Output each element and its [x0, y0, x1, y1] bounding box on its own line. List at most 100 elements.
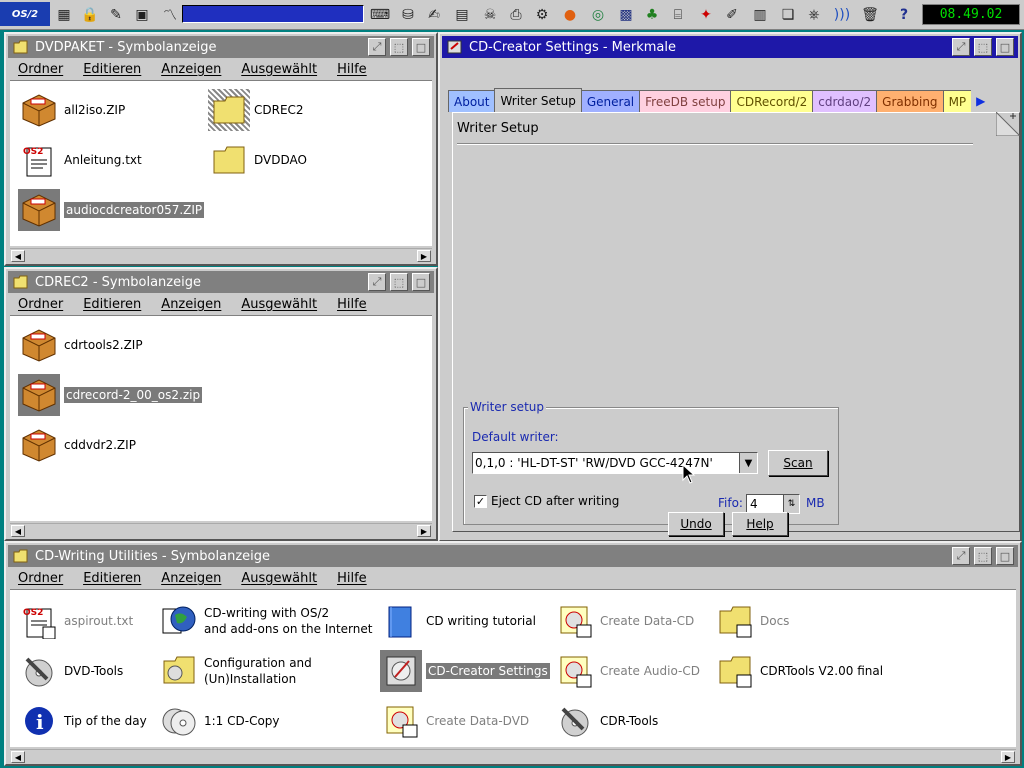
list-item[interactable]: CDRTools V2.00 final — [714, 650, 883, 692]
film-icon[interactable]: ▥ — [748, 3, 772, 27]
page-corner-icon[interactable] — [995, 110, 1022, 137]
scroll-left-icon[interactable]: ◀ — [11, 525, 25, 537]
hide-button[interactable]: ⤢ — [952, 38, 970, 56]
tab-freedb-setup[interactable]: FreeDB setup — [639, 90, 732, 112]
firefox-icon[interactable]: ● — [558, 3, 582, 27]
calculator-icon[interactable]: ▤ — [450, 3, 474, 27]
hide-button[interactable]: ⤢ — [952, 547, 970, 565]
bag-icon[interactable]: ⎈ — [802, 3, 826, 27]
list-item[interactable]: Create Data-CD — [554, 600, 694, 642]
list-item[interactable]: CDR-Tools — [554, 700, 658, 742]
warp-icon[interactable]: ✦ — [694, 3, 718, 27]
title-bar[interactable]: DVDPAKET - Symbolanzeige ⤢ ⬚ □ — [8, 36, 434, 58]
menu-anzeigen[interactable]: Anzeigen — [161, 62, 221, 77]
list-item[interactable]: Configuration and (Un)Installation — [158, 650, 312, 692]
list-item[interactable]: OS2 Anleitung.txt — [18, 139, 142, 181]
cpu-graph-icon[interactable]: 〽 — [158, 3, 182, 27]
list-item[interactable]: CDREC2 — [208, 89, 304, 131]
list-item[interactable]: audiocdcreator057.ZIP — [18, 189, 205, 231]
scroll-left-icon[interactable]: ◀ — [11, 751, 25, 763]
menu-editieren[interactable]: Editieren — [83, 62, 141, 77]
task-strip[interactable] — [182, 5, 364, 23]
trash-icon[interactable]: 🗑 — [858, 3, 882, 27]
paint-icon[interactable]: ✐ — [720, 3, 744, 27]
list-item[interactable]: 1:1 CD-Copy — [158, 700, 280, 742]
shredder-icon[interactable]: ☠ — [478, 3, 502, 27]
hide-button[interactable]: ⤢ — [368, 38, 386, 56]
sound-icon[interactable]: ))) — [830, 3, 854, 27]
menu-ausgewaehlt[interactable]: Ausgewählt — [241, 571, 317, 586]
tab-mp[interactable]: MP — [942, 90, 973, 112]
restore-button[interactable]: ⬚ — [390, 38, 408, 56]
list-item[interactable]: cddvdr2.ZIP — [18, 424, 136, 466]
menu-ordner[interactable]: Ordner — [18, 297, 63, 312]
monitor-icon[interactable]: ▣ — [130, 3, 154, 27]
drive-icon[interactable]: ⛁ — [396, 3, 420, 27]
network-icon[interactable]: ⌸ — [666, 3, 690, 27]
list-item[interactable]: i Tip of the day — [18, 700, 147, 742]
lock-icon[interactable]: 🔒 — [78, 3, 102, 27]
spin-arrows-icon[interactable]: ⇅ — [783, 495, 799, 513]
help-icon[interactable]: ? — [892, 3, 916, 27]
clipboard-icon[interactable]: ❏ — [776, 3, 800, 27]
list-item[interactable]: CD-Creator Settings — [380, 650, 550, 692]
list-item[interactable]: Docs — [714, 600, 789, 642]
eject-checkbox[interactable]: ✓ — [474, 494, 487, 508]
default-writer-dropdown[interactable]: 0,1,0 : 'HL-DT-ST' 'RW/DVD GCC-4247N' ▼ — [472, 452, 758, 474]
tab-cdrdao[interactable]: cdrdao/2 — [812, 90, 878, 112]
tab-about[interactable]: About — [448, 90, 496, 112]
restore-button[interactable]: ⬚ — [974, 547, 992, 565]
windows-list-icon[interactable]: ▦ — [52, 3, 76, 27]
fifo-spinbutton[interactable]: 4 ⇅ — [746, 494, 800, 514]
printer-icon[interactable]: ⎙ — [504, 3, 528, 27]
menu-hilfe[interactable]: Hilfe — [337, 571, 367, 586]
settings-icon[interactable]: ⚙ — [530, 3, 554, 27]
keyboard-icon[interactable]: ⌨ — [368, 3, 392, 27]
menu-ordner[interactable]: Ordner — [18, 62, 63, 77]
list-item[interactable]: Create Data-DVD — [380, 700, 529, 742]
menu-hilfe[interactable]: Hilfe — [337, 297, 367, 312]
restore-button[interactable]: ⬚ — [974, 38, 992, 56]
counter-icon[interactable]: ◎ — [586, 3, 610, 27]
scroll-right-icon[interactable]: ▶ — [1001, 751, 1015, 763]
horizontal-scrollbar[interactable]: ◀ ▶ — [10, 248, 432, 262]
maximize-button[interactable]: □ — [996, 547, 1014, 565]
undo-button[interactable]: Undo — [668, 512, 724, 536]
list-item[interactable]: Create Audio-CD — [554, 650, 700, 692]
restore-button[interactable]: ⬚ — [390, 273, 408, 291]
title-bar[interactable]: CD-Creator Settings - Merkmale ⤢ ⬚ □ — [442, 36, 1018, 58]
tab-writer-setup[interactable]: Writer Setup — [494, 88, 582, 112]
scroll-left-icon[interactable]: ◀ — [11, 250, 25, 262]
menu-ausgewaehlt[interactable]: Ausgewählt — [241, 297, 317, 312]
eject-checkbox-row[interactable]: ✓ Eject CD after writing — [474, 494, 619, 508]
maximize-button[interactable]: □ — [996, 38, 1014, 56]
list-item[interactable]: CD writing tutorial — [380, 600, 536, 642]
hide-button[interactable]: ⤢ — [368, 273, 386, 291]
list-item[interactable]: cdrtools2.ZIP — [18, 324, 143, 366]
menu-ordner[interactable]: Ordner — [18, 571, 63, 586]
tree-icon[interactable]: ♣ — [640, 3, 664, 27]
menu-editieren[interactable]: Editieren — [83, 297, 141, 312]
tab-grabbing[interactable]: Grabbing — [876, 90, 944, 112]
chevron-down-icon[interactable]: ▼ — [739, 453, 757, 473]
editor-icon[interactable]: ✍ — [422, 3, 446, 27]
scroll-right-icon[interactable]: ▶ — [417, 250, 431, 262]
title-bar[interactable]: CD-Writing Utilities - Symbolanzeige ⤢ ⬚… — [8, 545, 1018, 567]
help-button[interactable]: Help — [732, 512, 788, 536]
menu-anzeigen[interactable]: Anzeigen — [161, 297, 221, 312]
menu-ausgewaehlt[interactable]: Ausgewählt — [241, 62, 317, 77]
horizontal-scrollbar[interactable]: ◀ ▶ — [10, 523, 432, 537]
list-item[interactable]: DVDDAO — [208, 139, 307, 181]
menu-anzeigen[interactable]: Anzeigen — [161, 571, 221, 586]
tab-scroll-right-icon[interactable]: ▶ — [971, 90, 991, 112]
os2-logo[interactable]: OS/2 — [0, 2, 50, 26]
scan-button[interactable]: Scan — [768, 450, 828, 476]
menu-editieren[interactable]: Editieren — [83, 571, 141, 586]
scroll-right-icon[interactable]: ▶ — [417, 525, 431, 537]
tools-icon[interactable]: ✎ — [104, 3, 128, 27]
list-item[interactable]: OS2 aspirout.txt — [18, 600, 133, 642]
maximize-button[interactable]: □ — [412, 273, 430, 291]
maximize-button[interactable]: □ — [412, 38, 430, 56]
tab-cdrecord[interactable]: CDRecord/2 — [730, 90, 814, 112]
menu-hilfe[interactable]: Hilfe — [337, 62, 367, 77]
